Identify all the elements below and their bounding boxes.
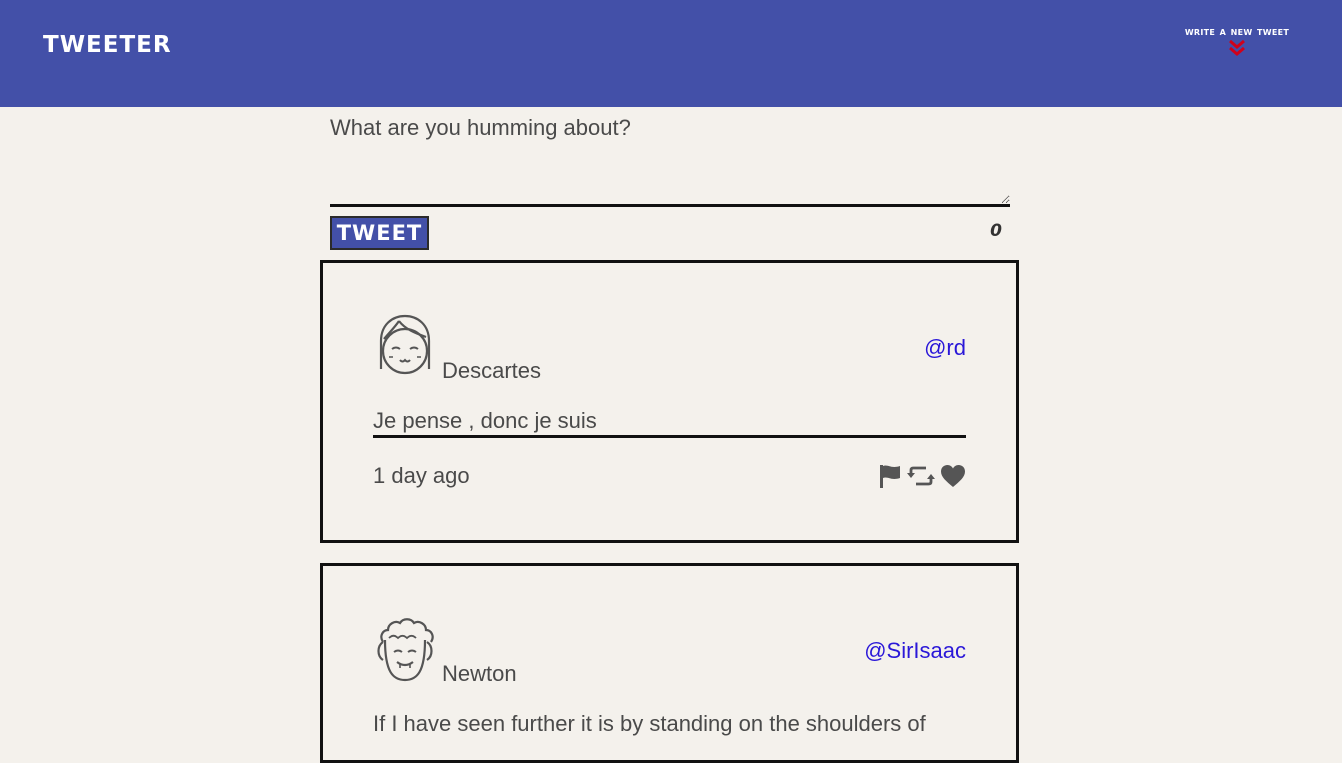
character-counter: 0 bbox=[990, 221, 1002, 241]
heart-icon[interactable] bbox=[940, 464, 966, 488]
write-new-tweet-label: write a new tweet bbox=[1184, 24, 1290, 38]
retweet-icon[interactable] bbox=[907, 464, 935, 488]
author-handle[interactable]: @rd bbox=[924, 335, 966, 361]
tweet-actions bbox=[878, 463, 966, 489]
new-tweet-section: Tweet 0 bbox=[330, 107, 1010, 250]
navbar: Tweeter write a new tweet bbox=[0, 0, 1342, 107]
curly-hair-avatar-icon bbox=[377, 618, 434, 682]
author-handle[interactable]: @SirIsaac bbox=[864, 638, 966, 664]
flag-icon[interactable] bbox=[878, 463, 902, 489]
brand-logo[interactable]: Tweeter bbox=[43, 32, 172, 58]
write-new-tweet-toggle[interactable]: write a new tweet bbox=[1162, 24, 1312, 58]
tweet-submit-button[interactable]: Tweet bbox=[330, 216, 429, 250]
tweet-text: If I have seen further it is by standing… bbox=[373, 711, 926, 736]
tweet-text: Je pense , donc je suis bbox=[373, 407, 966, 438]
double-chevron-down-icon bbox=[1229, 39, 1245, 56]
tweet-timestamp: 1 day ago bbox=[373, 463, 470, 488]
girl-avatar-icon bbox=[379, 314, 431, 375]
tweet-card: Descartes @rd Je pense , donc je suis 1 … bbox=[320, 260, 1019, 543]
tweet-card: Newton @SirIsaac If I have seen further … bbox=[320, 563, 1019, 763]
tweet-input[interactable] bbox=[330, 107, 1010, 207]
author-name: Newton bbox=[442, 661, 517, 686]
author-name: Descartes bbox=[442, 358, 542, 383]
